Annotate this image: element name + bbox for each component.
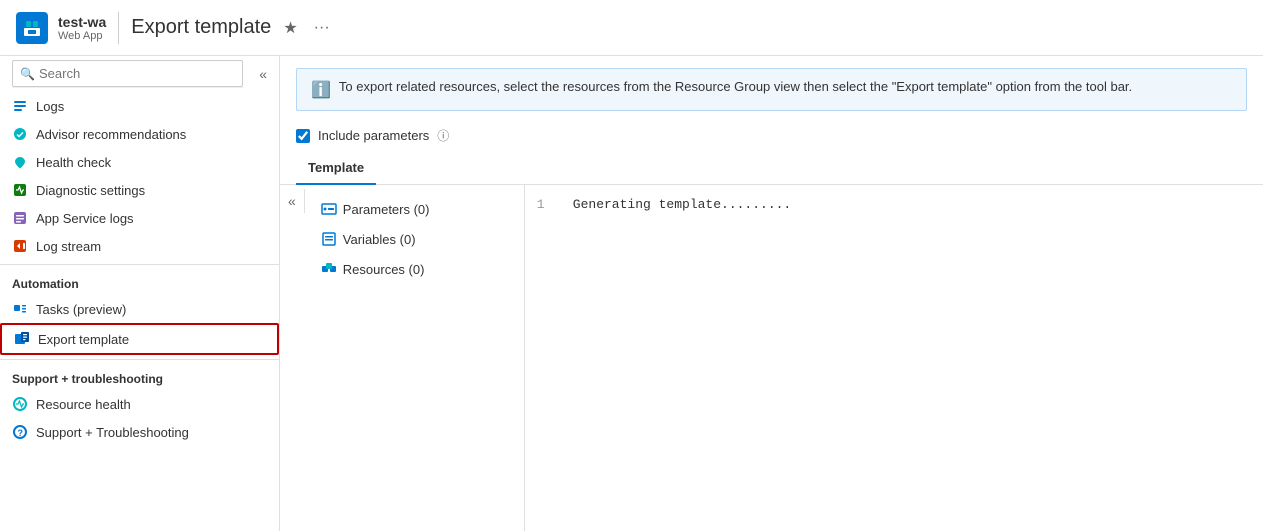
- support-icon: ?: [12, 424, 28, 440]
- sidebar-header: 🔍 «: [0, 56, 279, 92]
- header-divider: [118, 12, 119, 44]
- include-parameters-row: Include parameters ⓘ: [280, 123, 1263, 152]
- include-parameters-label[interactable]: Include parameters: [318, 128, 429, 143]
- sidebar-item-support-troubleshooting[interactable]: ? Support + Troubleshooting: [0, 418, 279, 446]
- sidebar-item-diagnostic[interactable]: Diagnostic settings: [0, 176, 279, 204]
- params-icon: [321, 201, 337, 217]
- sidebar-scroll-area: Logs Advisor recommendations Health chec…: [0, 92, 279, 531]
- tasks-label: Tasks (preview): [36, 302, 126, 317]
- app-icon: [16, 12, 48, 44]
- applog-icon: [12, 210, 28, 226]
- sidebar-item-resource-health[interactable]: Resource health: [0, 390, 279, 418]
- include-parameters-checkbox[interactable]: [296, 129, 310, 143]
- sidebar-item-export-template[interactable]: Export template: [0, 323, 279, 355]
- variables-label: Variables (0): [343, 232, 416, 247]
- tasks-icon: [12, 301, 28, 317]
- content-area: ℹ️ To export related resources, select t…: [280, 56, 1263, 531]
- automation-section-label: Automation: [0, 264, 279, 295]
- diagnostic-icon: [12, 182, 28, 198]
- tabs-bar: Template: [280, 152, 1263, 185]
- info-icon: ℹ️: [311, 80, 331, 100]
- search-icon: 🔍: [20, 67, 35, 81]
- split-collapse-button[interactable]: «: [280, 189, 305, 213]
- sidebar-item-health-check[interactable]: Health check: [0, 148, 279, 176]
- app-service-logs-label: App Service logs: [36, 211, 134, 226]
- search-input[interactable]: [12, 60, 243, 87]
- tree-item-resources[interactable]: Resources (0): [313, 257, 516, 281]
- export-template-label: Export template: [38, 332, 129, 347]
- code-content-1: Generating template.........: [573, 197, 791, 212]
- line-number-1: 1: [537, 197, 557, 212]
- info-banner: ℹ️ To export related resources, select t…: [296, 68, 1247, 111]
- resource-health-icon: [12, 396, 28, 412]
- header-title-group: test-wa Web App: [58, 14, 106, 42]
- code-view: 1 Generating template.........: [525, 185, 1263, 531]
- log-stream-label: Log stream: [36, 239, 101, 254]
- info-circle-icon: ⓘ: [437, 127, 449, 144]
- tree-item-variables[interactable]: Variables (0): [313, 227, 516, 251]
- svg-text:?: ?: [18, 428, 24, 438]
- sidebar-item-app-service-logs[interactable]: App Service logs: [0, 204, 279, 232]
- advisor-label: Advisor recommendations: [36, 127, 186, 142]
- tab-template[interactable]: Template: [296, 152, 376, 185]
- vars-icon: [321, 231, 337, 247]
- resources-label: Resources (0): [343, 262, 425, 277]
- main-layout: 🔍 « Logs Advisor recommendations: [0, 56, 1263, 531]
- resource-health-label: Resource health: [36, 397, 131, 412]
- export-icon: [14, 331, 30, 347]
- health-check-label: Health check: [36, 155, 111, 170]
- header-actions: ★ ···: [279, 14, 333, 42]
- sidebar-item-log-stream[interactable]: Log stream: [0, 232, 279, 260]
- sidebar-item-logs[interactable]: Logs: [0, 92, 279, 120]
- sidebar-collapse-button[interactable]: «: [251, 62, 275, 86]
- advisor-icon: [12, 126, 28, 142]
- logs-icon: [12, 98, 28, 114]
- parameters-label: Parameters (0): [343, 202, 430, 217]
- tree-item-parameters[interactable]: Parameters (0): [313, 197, 516, 221]
- resource-type: Web App: [58, 30, 106, 42]
- template-tree: Parameters (0) Variables (0) Resources (…: [305, 185, 525, 531]
- more-button[interactable]: ···: [310, 15, 334, 41]
- res-icon: [321, 261, 337, 277]
- sidebar-item-tasks[interactable]: Tasks (preview): [0, 295, 279, 323]
- support-troubleshooting-label: Support + Troubleshooting: [36, 425, 189, 440]
- support-section-label: Support + troubleshooting: [0, 359, 279, 390]
- diagnostic-label: Diagnostic settings: [36, 183, 145, 198]
- favorite-button[interactable]: ★: [279, 14, 301, 42]
- code-line-1: 1 Generating template.........: [537, 197, 1251, 212]
- logs-label: Logs: [36, 99, 64, 114]
- page-title: Export template: [131, 16, 271, 39]
- app-header: test-wa Web App Export template ★ ···: [0, 0, 1263, 56]
- resource-name: test-wa: [58, 14, 106, 30]
- logstream-icon: [12, 238, 28, 254]
- sidebar: 🔍 « Logs Advisor recommendations: [0, 56, 280, 531]
- info-message: To export related resources, select the …: [339, 79, 1132, 94]
- health-icon: [12, 154, 28, 170]
- split-view: « Parameters (0) Variables (0): [280, 185, 1263, 531]
- search-container: 🔍: [12, 60, 243, 88]
- sidebar-item-advisor[interactable]: Advisor recommendations: [0, 120, 279, 148]
